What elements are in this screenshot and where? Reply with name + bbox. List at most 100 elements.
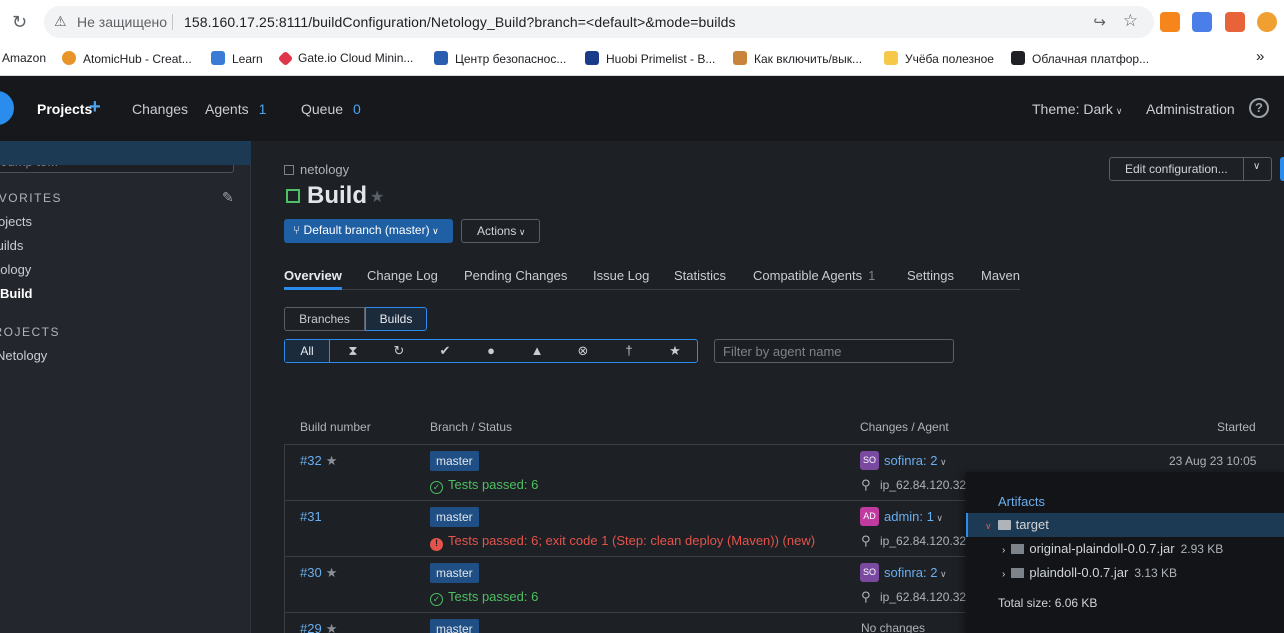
projects-heading: PROJECTS	[0, 325, 61, 339]
bookmark-item[interactable]: AtomicHub - Creat...	[62, 51, 192, 66]
column-started: Started	[1217, 420, 1256, 434]
build-number-link[interactable]: #29 ★	[300, 621, 337, 633]
address-separator	[172, 14, 173, 30]
changes-user-link[interactable]: sofinra: 2 ∨	[884, 453, 947, 468]
build-status-filter: All ⧗ ↻ ✔ ● ▲ ⊗ † ★	[284, 339, 698, 363]
theme-selector[interactable]: Theme: Dark ∨	[1032, 101, 1123, 117]
success-icon[interactable]: ✔	[422, 340, 468, 362]
tab-compatible-agents[interactable]: Compatible Agents 1	[753, 268, 875, 283]
agent-filter-input[interactable]: Filter by agent name	[714, 339, 954, 363]
chevron-down-icon: ∨	[933, 513, 943, 523]
favorites-heading: FAVORITES	[0, 191, 62, 205]
fire-extension-icon[interactable]	[1257, 12, 1277, 32]
pin-icon[interactable]: †	[606, 340, 652, 362]
archive-icon	[1011, 544, 1025, 554]
nav-agents[interactable]: Agents 1	[205, 101, 266, 117]
branch-tag[interactable]: master	[430, 619, 479, 633]
build-status[interactable]: ✓ Tests passed: 6	[430, 589, 538, 606]
extension-icon[interactable]	[1225, 12, 1245, 32]
changes-user-link[interactable]: sofinra: 2 ∨	[884, 565, 947, 580]
security-center-icon	[434, 51, 448, 65]
warning-icon[interactable]: ▲	[514, 340, 560, 362]
branch-tag[interactable]: master	[430, 563, 479, 583]
star-icon[interactable]: ★	[652, 340, 698, 362]
sidebar-item-build[interactable]: Build	[0, 286, 33, 301]
toggle-branches[interactable]: Branches	[284, 307, 365, 331]
agent-name[interactable]: ip_62.84.120.32	[880, 534, 966, 548]
branch-tag[interactable]: master	[430, 451, 479, 471]
bookmark-item[interactable]: Gate.io Cloud Minin...	[277, 50, 413, 67]
hourglass-icon[interactable]: ⧗	[330, 340, 376, 362]
breadcrumb[interactable]: netology	[284, 162, 349, 177]
chevron-down-icon[interactable]: ∨	[1253, 161, 1260, 172]
actions-button[interactable]: Actions ∨	[461, 219, 540, 243]
nav-administration[interactable]: Administration	[1146, 101, 1235, 117]
build-number-link[interactable]: #31	[300, 509, 322, 524]
share-icon[interactable]: ↪	[1093, 13, 1106, 31]
atomichub-icon	[62, 51, 76, 65]
sidebar-project-netology[interactable]: Netology	[0, 348, 47, 363]
build-number-link[interactable]: #32 ★	[300, 453, 337, 469]
star-icon[interactable]: ★	[326, 621, 338, 633]
bookmark-item[interactable]: Huobi Primelist - B...	[585, 51, 715, 66]
sidebar-item-builds[interactable]: Builds	[0, 238, 23, 253]
filter-all[interactable]: All	[285, 340, 330, 362]
tab-statistics[interactable]: Statistics	[674, 268, 726, 283]
reload-icon[interactable]: ↻	[12, 12, 32, 32]
tab-pending-changes[interactable]: Pending Changes	[464, 268, 567, 283]
url-text[interactable]: 158.160.17.25:8111/buildConfiguration/Ne…	[184, 14, 736, 30]
bookmark-item[interactable]: Облачная платфор...	[1011, 51, 1149, 66]
chevron-down-icon: ∨	[937, 569, 947, 579]
bookmark-item[interactable]: Как включить/вык...	[733, 51, 862, 66]
branch-tag[interactable]: master	[430, 507, 479, 527]
favorite-star-icon[interactable]: ★	[370, 187, 384, 207]
artifact-file[interactable]: › original-plaindoll-0.0.7.jar 2.93 KB	[1002, 541, 1223, 556]
address-bar[interactable]: ⚠ Не защищено 158.160.17.25:8111/buildCo…	[44, 6, 1154, 38]
tab-maven[interactable]: Maven	[981, 268, 1020, 283]
bookmark-item[interactable]: Learn	[211, 51, 263, 66]
tab-issue-log[interactable]: Issue Log	[593, 268, 649, 283]
tab-overview[interactable]: Overview	[284, 268, 342, 283]
changes-user-link[interactable]: admin: 1 ∨	[884, 509, 943, 524]
bookmark-item[interactable]: Центр безопаснос...	[434, 51, 566, 66]
tab-settings[interactable]: Settings	[907, 268, 954, 283]
artifact-file[interactable]: › plaindoll-0.0.7.jar 3.13 KB	[1002, 565, 1177, 580]
toggle-builds[interactable]: Builds	[365, 307, 427, 331]
add-project-icon[interactable]: +	[89, 96, 101, 119]
help-icon[interactable]: ?	[1249, 98, 1269, 118]
success-icon: ✓	[430, 481, 443, 494]
bookmarks-overflow[interactable]: »	[1256, 48, 1264, 65]
nav-changes[interactable]: Changes	[132, 101, 188, 117]
folder-icon	[997, 520, 1011, 530]
star-icon[interactable]: ★	[326, 453, 338, 468]
agent-name[interactable]: ip_62.84.120.32	[880, 478, 966, 492]
agent-name[interactable]: ip_62.84.120.32	[880, 590, 966, 604]
bookmark-item[interactable]: Учёба полезное	[884, 51, 994, 66]
running-icon[interactable]: ↻	[376, 340, 422, 362]
canceled-icon[interactable]: ⊗	[560, 340, 606, 362]
sidebar-item-netology[interactable]: Netology	[0, 262, 31, 277]
branch-selector-button[interactable]: ⑂ Default branch (master) ∨	[284, 219, 453, 243]
sidebar-selected-row	[0, 141, 251, 165]
page-title: Build	[307, 182, 367, 209]
tab-change-log[interactable]: Change Log	[367, 268, 438, 283]
translate-extension-icon[interactable]	[1192, 12, 1212, 32]
error-icon[interactable]: ●	[468, 340, 514, 362]
star-icon[interactable]: ★	[326, 565, 338, 580]
build-status[interactable]: ✓ Tests passed: 6	[430, 477, 538, 494]
bookmark-item[interactable]: Amazon	[2, 51, 46, 65]
column-changes-agent: Changes / Agent	[860, 420, 949, 434]
edit-favorites-icon[interactable]: ✎	[222, 189, 234, 206]
artifact-folder[interactable]: ∨ target	[985, 517, 1049, 532]
success-icon: ✓	[430, 593, 443, 606]
bookmark-star-icon[interactable]: ☆	[1123, 11, 1138, 31]
run-button-edge[interactable]	[1280, 157, 1284, 181]
nav-queue[interactable]: Queue 0	[301, 101, 361, 117]
sidebar-item-projects[interactable]: Projects	[0, 214, 32, 229]
linux-icon: ⚲	[861, 533, 871, 548]
build-number-link[interactable]: #30 ★	[300, 565, 337, 581]
build-status[interactable]: ! Tests passed: 6; exit code 1 (Step: cle…	[430, 533, 815, 551]
nav-projects[interactable]: Projects	[37, 101, 92, 117]
edit-configuration-button[interactable]: Edit configuration... ∨	[1109, 157, 1272, 181]
metamask-extension-icon[interactable]	[1160, 12, 1180, 32]
